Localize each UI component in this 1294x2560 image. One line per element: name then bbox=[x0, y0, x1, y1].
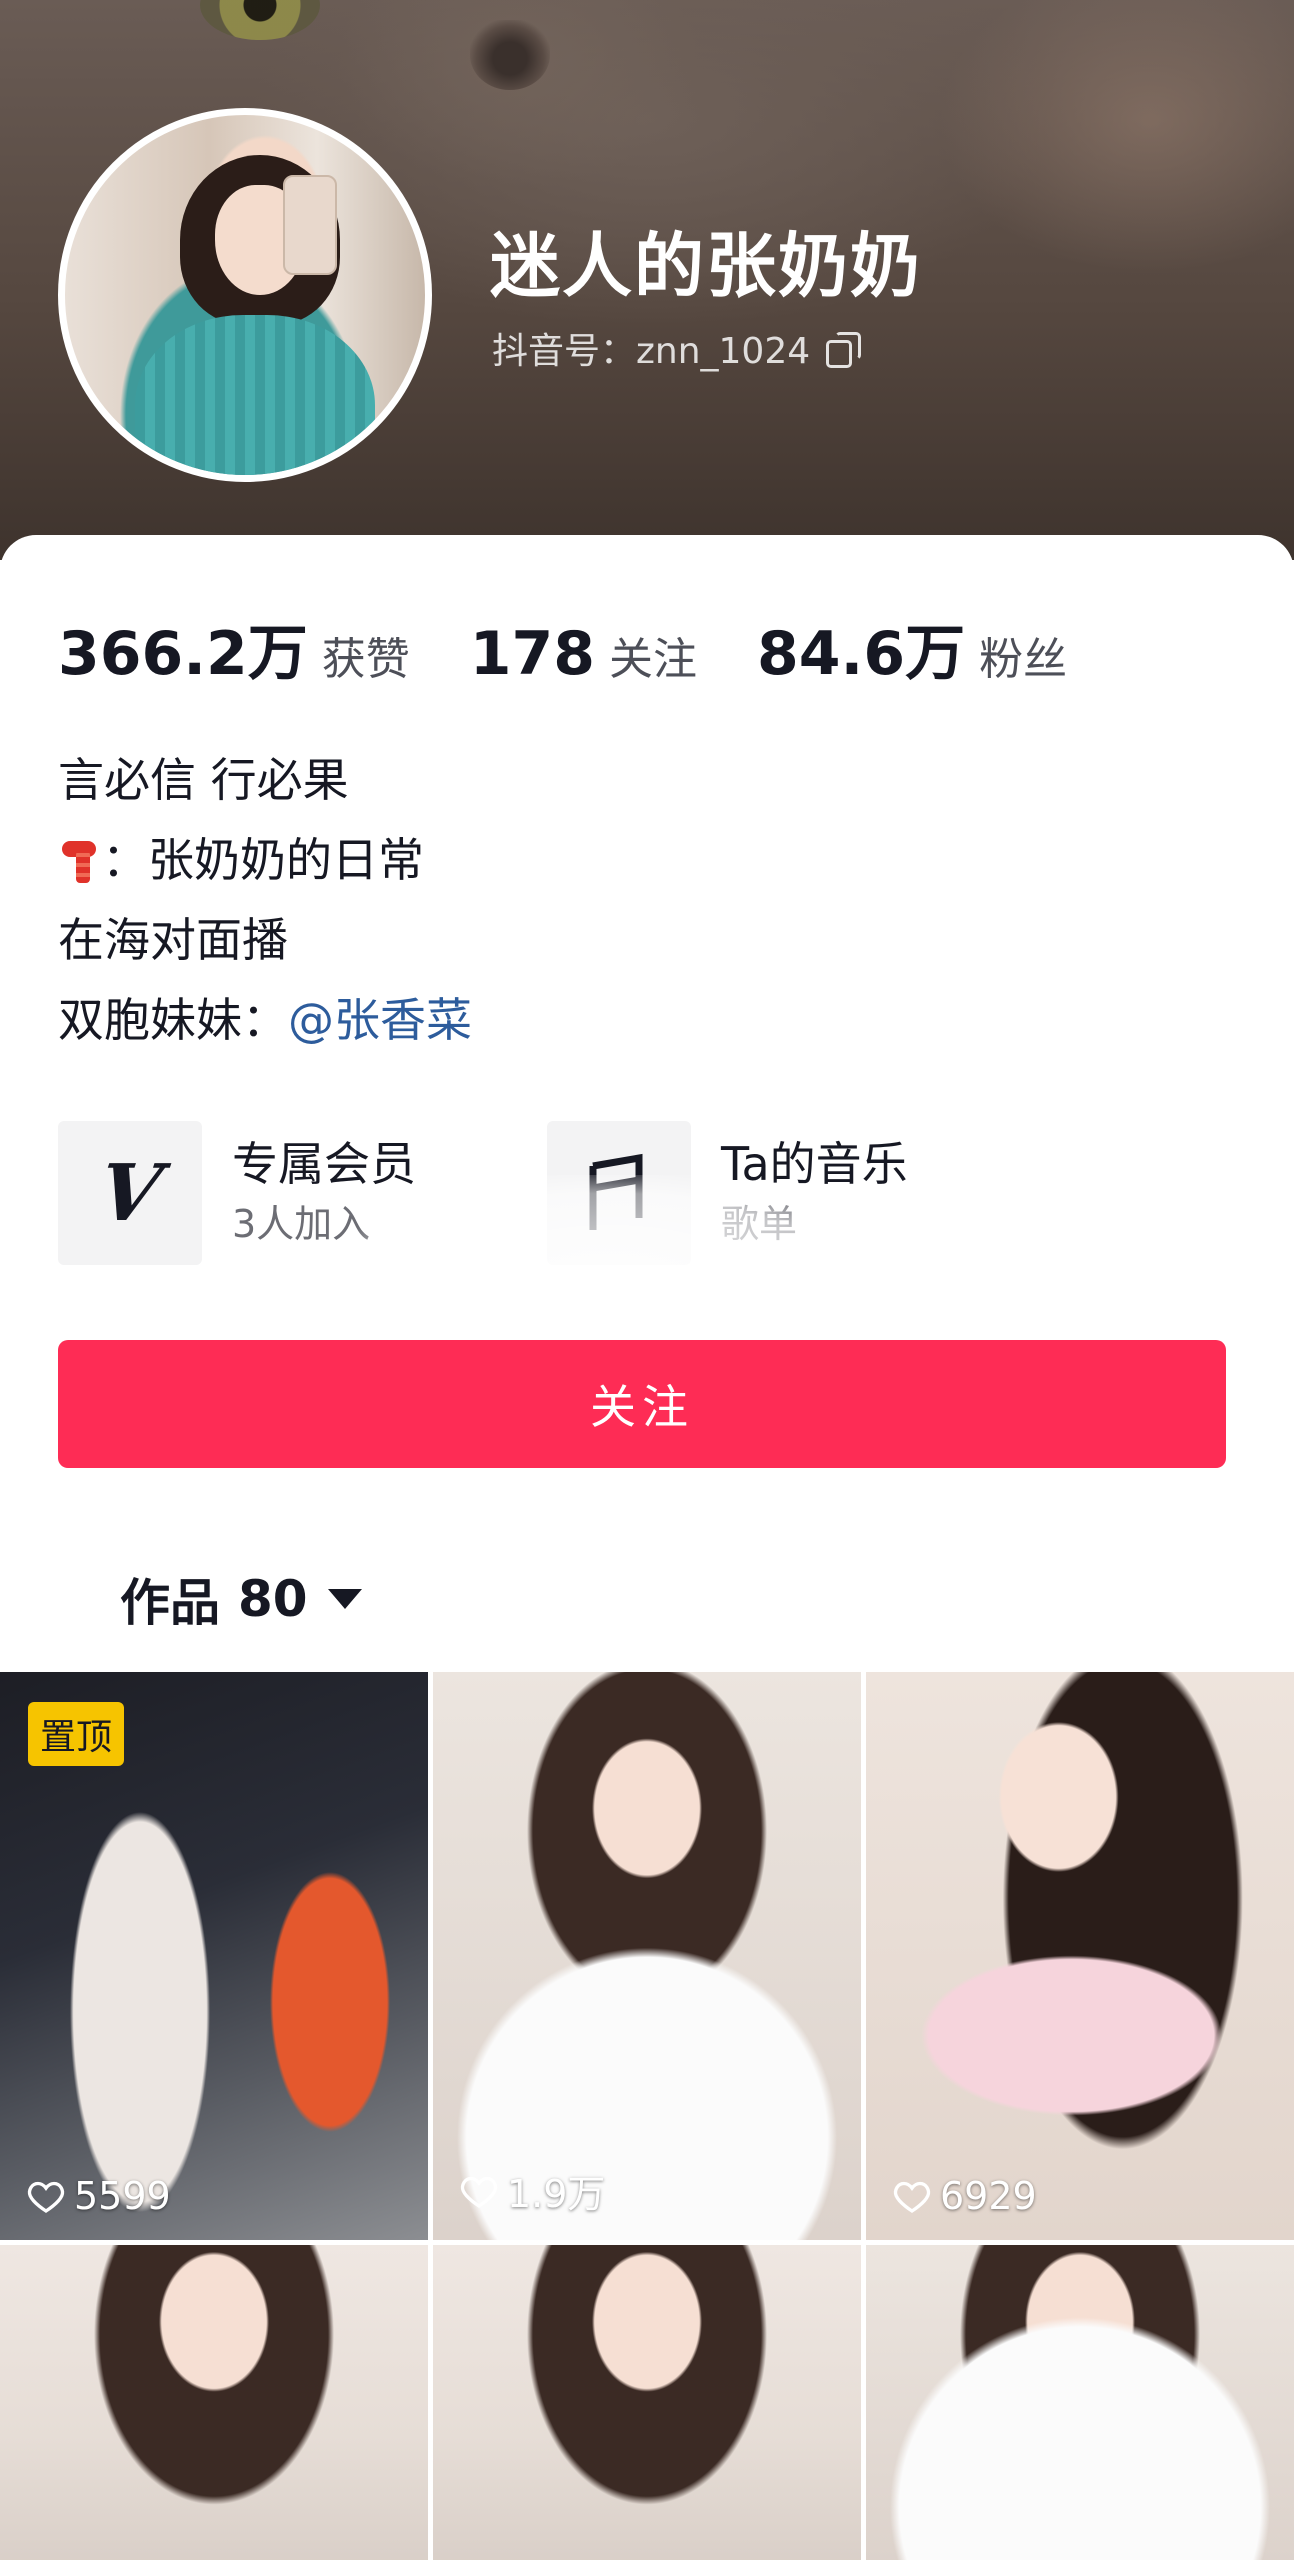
stat-likes[interactable]: 366.2万 获赞 bbox=[58, 605, 410, 692]
scarf-icon bbox=[58, 835, 98, 885]
video-thumbnail[interactable] bbox=[433, 2245, 861, 2560]
profile-cover: 迷人的张奶奶 抖音号：znn_1024 bbox=[0, 0, 1294, 560]
follow-button[interactable]: 关注 bbox=[58, 1340, 1226, 1468]
bio: 言必信 行必果 ：张奶奶的日常 在海对面播 双胞妹妹： @张香菜 bbox=[58, 740, 472, 1060]
like-count: 1.9万 bbox=[459, 2163, 605, 2218]
caret-down-icon bbox=[327, 1589, 362, 1609]
video-thumbnail[interactable]: 1.9万 bbox=[433, 1672, 861, 2240]
stats-row: 366.2万 获赞 178 关注 84.6万 粉丝 bbox=[58, 605, 1127, 692]
video-thumbnail[interactable] bbox=[866, 2245, 1294, 2560]
member-v-icon: V bbox=[93, 1147, 167, 1239]
bio-line: 言必信 行必果 bbox=[58, 753, 349, 807]
profile-handle-row[interactable]: 抖音号：znn_1024 bbox=[492, 322, 862, 374]
avatar[interactable] bbox=[58, 108, 432, 482]
stat-following[interactable]: 178 关注 bbox=[470, 619, 697, 689]
member-icon-tile: V bbox=[58, 1121, 202, 1265]
bio-line: 双胞妹妹： @张香菜 bbox=[58, 980, 472, 1060]
heart-icon bbox=[27, 2181, 65, 2213]
video-thumbnail[interactable] bbox=[0, 2245, 428, 2560]
cover-cat-eye bbox=[200, 0, 320, 40]
like-count: 6929 bbox=[892, 2174, 1037, 2218]
video-thumbnail[interactable]: 置顶 5599 bbox=[0, 1672, 428, 2240]
bio-line: ：张奶奶的日常 bbox=[58, 820, 472, 900]
heart-icon bbox=[460, 2176, 498, 2208]
video-thumbnail[interactable]: 6929 bbox=[866, 1672, 1294, 2240]
bio-line: 在海对面播 bbox=[58, 913, 288, 967]
works-label: 作品 bbox=[120, 1574, 220, 1632]
tab-works[interactable]: 作品 80 bbox=[120, 1563, 362, 1635]
profile-name: 迷人的张奶奶 bbox=[490, 225, 922, 307]
works-count: 80 bbox=[238, 1570, 308, 1628]
cover-cat-nose bbox=[470, 20, 550, 90]
mention-link[interactable]: @张香菜 bbox=[288, 980, 472, 1060]
video-grid: 置顶 5599 1.9万 6929 bbox=[0, 1672, 1294, 2560]
heart-icon bbox=[893, 2181, 931, 2213]
like-count: 5599 bbox=[26, 2174, 171, 2218]
stat-followers[interactable]: 84.6万 粉丝 bbox=[757, 605, 1067, 692]
profile-handle: 抖音号：znn_1024 bbox=[492, 331, 811, 372]
copy-icon[interactable] bbox=[826, 332, 862, 368]
pinned-badge: 置顶 bbox=[28, 1702, 125, 1766]
